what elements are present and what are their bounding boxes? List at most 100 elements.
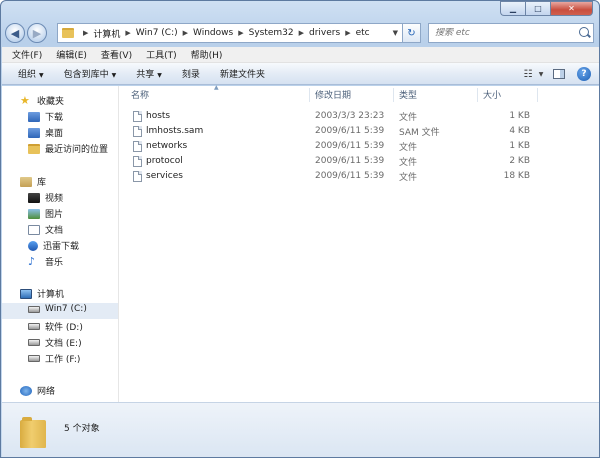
windows-drive-icon <box>28 305 40 313</box>
share-label: 共享 <box>136 70 155 80</box>
chevron-down-icon[interactable]: ▼ <box>537 71 545 78</box>
sidebar-item-drive-c[interactable]: Win7 (C:) <box>28 304 87 314</box>
file-type: 文件 <box>399 157 418 168</box>
breadcrumb-computer[interactable]: 计算机 <box>93 27 120 40</box>
chevron-down-icon: ▼ <box>39 72 44 79</box>
sidebar-label: 网络 <box>37 387 56 397</box>
sidebar-label: 迅雷下载 <box>43 242 80 252</box>
sidebar-label: 图片 <box>45 210 64 220</box>
menu-edit[interactable]: 编辑(E) <box>56 48 87 61</box>
sidebar-item-drive-e[interactable]: 文档 (E:) <box>28 336 82 349</box>
menu-file[interactable]: 文件(F) <box>12 48 42 61</box>
sidebar-item-music[interactable]: ♪ 音乐 <box>28 255 63 268</box>
chevron-right-icon[interactable]: ▶ <box>299 29 304 37</box>
sidebar-item-documents[interactable]: 文档 <box>28 223 63 236</box>
forward-button[interactable]: ▶ <box>27 23 47 43</box>
file-row-lmhosts[interactable]: lmhosts.sam 2009/6/11 5:39 SAM 文件 4 KB <box>131 124 541 138</box>
explorer-window: ▁ □ ✕ ◀ ▶ ▶ 计算机 ▶ Win7 (C:) ▶ Windows ▶ … <box>0 0 600 458</box>
caption-buttons: ▁ □ ✕ <box>500 1 593 16</box>
refresh-button[interactable]: ↻ <box>403 23 421 43</box>
share-button[interactable]: 共享 ▼ <box>136 67 162 80</box>
column-divider[interactable] <box>393 88 394 102</box>
minimize-button[interactable]: ▁ <box>500 1 525 16</box>
sidebar-item-pictures[interactable]: 图片 <box>28 207 63 220</box>
file-list: 名称 ▲ 修改日期 类型 大小 hosts 2003/3/3 23:23 文件 … <box>119 84 599 402</box>
column-header-name[interactable]: 名称 <box>131 88 149 102</box>
file-row-hosts[interactable]: hosts 2003/3/3 23:23 文件 1 KB <box>131 109 541 123</box>
file-date: 2003/3/3 23:23 <box>315 111 385 121</box>
menu-view[interactable]: 查看(V) <box>101 48 132 61</box>
sidebar-computer[interactable]: 计算机 <box>20 287 64 300</box>
chevron-right-icon[interactable]: ▶ <box>83 29 88 37</box>
organize-button[interactable]: 组织 ▼ <box>18 67 44 80</box>
close-button[interactable]: ✕ <box>550 1 593 16</box>
breadcrumb-windows[interactable]: Windows <box>193 28 233 38</box>
sidebar-item-drive-d[interactable]: 软件 (D:) <box>28 320 83 333</box>
file-icon <box>133 125 142 137</box>
burn-button[interactable]: 刻录 <box>182 67 200 80</box>
file-size: 1 KB <box>509 141 530 151</box>
drive-icon <box>28 323 40 330</box>
address-bar[interactable]: ▶ 计算机 ▶ Win7 (C:) ▶ Windows ▶ System32 ▶… <box>57 23 403 43</box>
menu-help[interactable]: 帮助(H) <box>191 48 223 61</box>
column-divider[interactable] <box>537 88 538 102</box>
file-type: 文件 <box>399 112 418 123</box>
chevron-right-icon[interactable]: ▶ <box>345 29 350 37</box>
file-size: 4 KB <box>509 126 530 136</box>
column-header-date[interactable]: 修改日期 <box>315 88 351 102</box>
video-icon <box>28 192 40 203</box>
breadcrumb-system32[interactable]: System32 <box>249 28 294 38</box>
toolbar-right: ☷ ▼ ? <box>519 63 599 85</box>
file-row-networks[interactable]: networks 2009/6/11 5:39 文件 1 KB <box>131 139 541 153</box>
search-icon[interactable] <box>579 27 589 37</box>
search-box[interactable] <box>428 23 594 43</box>
file-size: 18 KB <box>503 171 530 181</box>
sidebar-item-desktop[interactable]: 桌面 <box>28 126 63 139</box>
column-divider[interactable] <box>309 88 310 102</box>
command-bar: 组织 ▼ 包含到库中 ▼ 共享 ▼ 刻录 新建文件夹 ☷ ▼ ? <box>2 63 599 85</box>
sidebar-item-downloads[interactable]: 下载 <box>28 110 63 123</box>
item-count: 5 个对象 <box>64 424 100 434</box>
help-icon[interactable]: ? <box>577 67 591 81</box>
back-button[interactable]: ◀ <box>5 23 25 43</box>
search-input[interactable] <box>435 28 575 38</box>
sidebar-label: 计算机 <box>37 290 65 300</box>
sidebar-item-videos[interactable]: 视频 <box>28 191 63 204</box>
new-folder-button[interactable]: 新建文件夹 <box>220 67 265 80</box>
breadcrumb-drive[interactable]: Win7 (C:) <box>136 28 178 38</box>
navigation-bar: ◀ ▶ ▶ 计算机 ▶ Win7 (C:) ▶ Windows ▶ System… <box>5 23 595 45</box>
column-header-type[interactable]: 类型 <box>399 88 417 102</box>
file-date: 2009/6/11 5:39 <box>315 141 385 151</box>
chevron-right-icon[interactable]: ▶ <box>125 29 130 37</box>
chevron-down-icon[interactable]: ▼ <box>393 29 398 37</box>
sidebar-label: 视频 <box>45 194 64 204</box>
preview-pane-icon[interactable] <box>553 69 565 79</box>
sidebar-libraries[interactable]: 库 <box>20 175 46 188</box>
breadcrumb-etc[interactable]: etc <box>356 28 370 38</box>
thunder-download-icon <box>28 240 38 251</box>
file-type: 文件 <box>399 172 418 183</box>
column-header-size[interactable]: 大小 <box>483 88 501 102</box>
maximize-button[interactable]: □ <box>525 1 550 16</box>
picture-icon <box>28 208 40 219</box>
file-icon <box>133 155 142 167</box>
column-divider[interactable] <box>477 88 478 102</box>
include-library-button[interactable]: 包含到库中 ▼ <box>64 67 117 80</box>
view-options-icon[interactable]: ☷ <box>519 69 537 80</box>
recent-places-icon <box>28 143 40 154</box>
sidebar-item-thunder[interactable]: 迅雷下载 <box>28 239 79 252</box>
file-date: 2009/6/11 5:39 <box>315 156 385 166</box>
sidebar-label: 桌面 <box>45 129 64 139</box>
sidebar-network[interactable]: 网络 <box>20 384 55 397</box>
chevron-right-icon[interactable]: ▶ <box>238 29 243 37</box>
file-row-services[interactable]: services 2009/6/11 5:39 文件 18 KB <box>131 169 541 183</box>
menu-tools[interactable]: 工具(T) <box>146 48 177 61</box>
file-row-protocol[interactable]: protocol 2009/6/11 5:39 文件 2 KB <box>131 154 541 168</box>
breadcrumb-drivers[interactable]: drivers <box>309 28 340 38</box>
chevron-right-icon[interactable]: ▶ <box>183 29 188 37</box>
sidebar-label: 音乐 <box>45 258 64 268</box>
sidebar-item-recent[interactable]: 最近访问的位置 <box>28 142 108 155</box>
chevron-down-icon: ▼ <box>157 72 162 79</box>
sidebar-favorites[interactable]: ★ 收藏夹 <box>20 94 64 107</box>
sidebar-item-drive-f[interactable]: 工作 (F:) <box>28 352 80 365</box>
